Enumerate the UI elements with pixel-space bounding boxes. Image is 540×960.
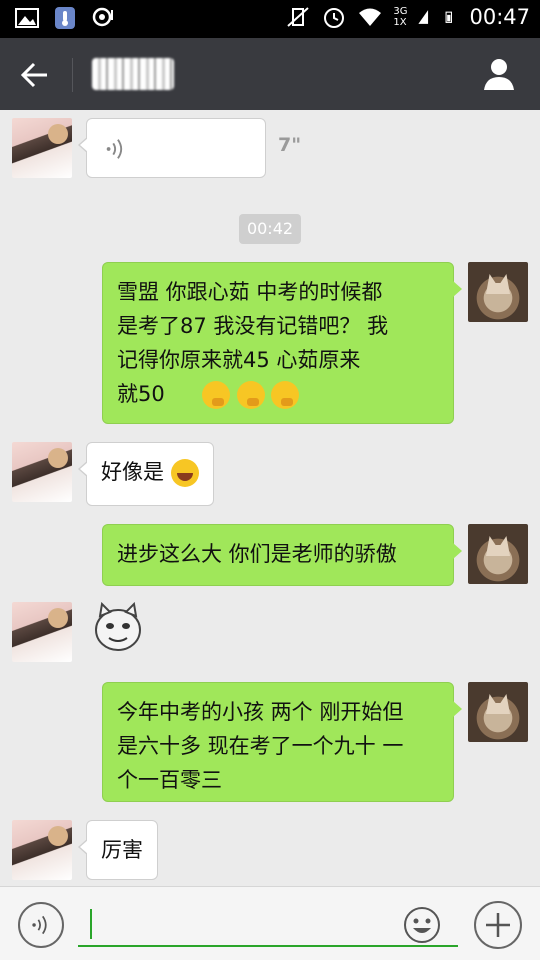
notification-icon bbox=[92, 7, 113, 27]
message-input[interactable] bbox=[78, 903, 458, 947]
thinking-emoji-icon bbox=[236, 381, 265, 409]
voice-duration: 7" bbox=[278, 134, 302, 156]
alarm-icon bbox=[324, 8, 345, 28]
contact-avatar[interactable] bbox=[12, 820, 72, 880]
wifi-icon bbox=[359, 8, 382, 26]
text-cursor bbox=[90, 909, 92, 939]
chat-header: ████ bbox=[0, 38, 540, 110]
received-message-bubble[interactable]: 好像是 bbox=[78, 442, 214, 506]
message-text: 进步这么大 你们是老师的骄傲 bbox=[117, 542, 397, 566]
thermometer-app-icon bbox=[55, 7, 75, 29]
message-text: 厉害 bbox=[101, 838, 143, 862]
plus-icon bbox=[486, 913, 510, 937]
thinking-emoji-icon bbox=[202, 381, 231, 409]
message-line: 是考了87 我没有记错吧？ 我 bbox=[117, 314, 389, 338]
gallery-icon bbox=[15, 8, 39, 28]
voice-message-bubble[interactable] bbox=[78, 118, 266, 178]
message-line: 是六十多 现在考了一个九十 一 bbox=[117, 734, 404, 758]
thinking-emoji-icon bbox=[271, 381, 300, 409]
sent-message-bubble[interactable]: 雪盟 你跟心茹 中考的时候都 是考了87 我没有记错吧？ 我 记得你原来就45 … bbox=[102, 262, 462, 424]
input-bar bbox=[0, 886, 540, 960]
clock: 00:47 bbox=[469, 5, 530, 29]
signal-icon bbox=[418, 10, 429, 24]
laughing-tears-emoji-icon bbox=[170, 459, 199, 487]
contact-avatar[interactable] bbox=[12, 602, 72, 662]
contact-avatar[interactable] bbox=[12, 442, 72, 502]
sent-message-bubble[interactable]: 今年中考的小孩 两个 刚开始但 是六十多 现在考了一个九十 一 个一百零三 bbox=[102, 682, 462, 802]
status-bar: 3G 1X 00:47 bbox=[0, 0, 540, 38]
my-avatar[interactable] bbox=[468, 262, 528, 322]
message-line: 记得你原来就45 心茹原来 bbox=[117, 348, 361, 372]
face-sticker-icon[interactable] bbox=[92, 602, 144, 654]
back-arrow-icon[interactable] bbox=[18, 58, 52, 92]
profile-icon[interactable] bbox=[482, 56, 516, 92]
message-list[interactable]: 7" 00:42 雪盟 你跟心茹 中考的时候都 是考了87 我没有记错吧？ 我 … bbox=[0, 110, 540, 886]
vibrate-mute-icon bbox=[287, 7, 310, 27]
message-line: 就50 bbox=[117, 377, 439, 411]
voice-mode-button[interactable] bbox=[18, 902, 64, 948]
message-line: 个一百零三 bbox=[117, 768, 222, 792]
received-message-bubble[interactable]: 厉害 bbox=[78, 820, 158, 880]
message-text: 好像是 bbox=[101, 460, 164, 484]
more-options-button[interactable] bbox=[474, 901, 522, 949]
timestamp: 00:42 bbox=[239, 214, 301, 244]
message-line: 今年中考的小孩 两个 刚开始但 bbox=[117, 700, 404, 724]
header-divider bbox=[72, 58, 73, 92]
sent-message-bubble[interactable]: 进步这么大 你们是老师的骄傲 bbox=[102, 524, 462, 586]
voice-wave-icon bbox=[106, 139, 123, 159]
message-line: 雪盟 你跟心茹 中考的时候都 bbox=[117, 280, 383, 304]
my-avatar[interactable] bbox=[468, 682, 528, 742]
my-avatar[interactable] bbox=[468, 524, 528, 584]
emoji-icon[interactable] bbox=[402, 905, 442, 945]
battery-icon bbox=[446, 11, 453, 23]
voice-wave-icon bbox=[32, 915, 47, 935]
contact-name: ████ bbox=[92, 58, 174, 90]
network-type: 3G 1X bbox=[393, 6, 408, 28]
contact-avatar[interactable] bbox=[12, 118, 72, 178]
